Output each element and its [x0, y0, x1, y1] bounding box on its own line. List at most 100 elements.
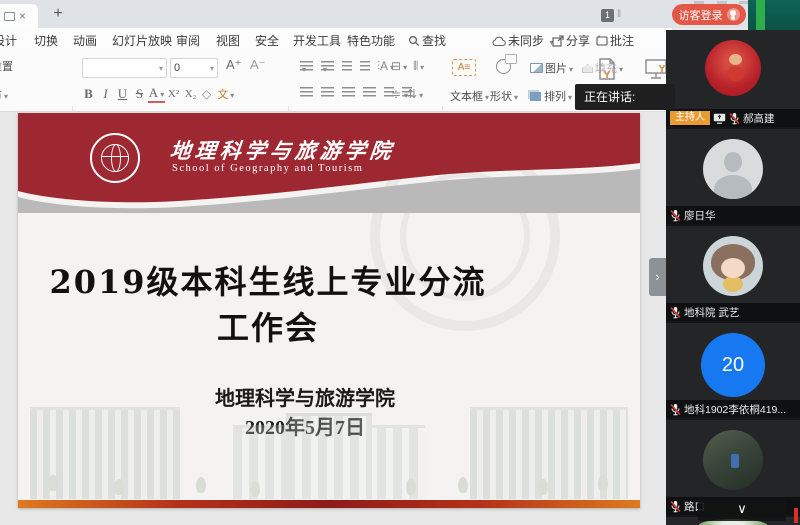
arrange-icon	[530, 92, 541, 101]
slide-accent-bar	[18, 500, 640, 508]
shape-icon-wrap[interactable]	[496, 59, 511, 74]
slide-title-line2: 工作会	[18, 305, 518, 351]
underline-button[interactable]: U	[114, 86, 131, 102]
align-right-icon[interactable]	[342, 87, 355, 98]
font-name-combobox[interactable]	[82, 58, 167, 78]
speaking-tooltip: 正在讲话:	[575, 84, 675, 110]
numbered-list-icon[interactable]	[321, 61, 334, 72]
document-tab[interactable]: ×	[0, 4, 38, 28]
share-icon	[552, 35, 564, 47]
menu-animation[interactable]: 动画	[73, 32, 97, 49]
find-button[interactable]: 查找	[408, 32, 446, 49]
align-center-icon[interactable]	[321, 87, 334, 98]
increase-indent-icon[interactable]	[360, 61, 370, 72]
rotate-icon[interactable]: ⇅	[407, 87, 423, 101]
guest-login-label: 访客登录	[679, 7, 723, 23]
menu-security[interactable]: 安全	[255, 32, 279, 49]
menu-review[interactable]: 审阅	[176, 32, 200, 49]
slide-canvas[interactable]: 地理科学与旅游学院 School of Geography and Touris…	[18, 113, 640, 508]
strikethrough-button[interactable]: S	[131, 86, 148, 102]
shape-button[interactable]: 形状	[490, 88, 518, 104]
menu-transition[interactable]: 切换	[34, 32, 58, 49]
ribbon-toolbar: 重置 节 0 A⁺ A⁻ B I U S A X² X₂ ◇ 文 ⫶A	[0, 51, 672, 112]
participant-name: 郝高建	[743, 111, 775, 126]
participant-name: 地科1902李依桐419...	[684, 402, 786, 417]
textbox-button[interactable]: 文本框	[450, 88, 489, 104]
guest-login-button[interactable]: 访客登录	[672, 4, 746, 25]
recording-indicator	[794, 508, 798, 523]
participant-namebar: 地科1902李依桐419...	[666, 400, 800, 418]
participant-tile[interactable]: 廖日华	[666, 129, 800, 224]
sync-status-button[interactable]: 未同步	[492, 32, 553, 49]
menu-view[interactable]: 视图	[216, 32, 240, 49]
menu-design[interactable]: 设计	[0, 32, 17, 49]
presentation-doc-icon	[4, 12, 15, 21]
phonetic-guide-icon[interactable]: 文	[217, 86, 234, 102]
find-label: 查找	[422, 34, 446, 48]
align-left-icon[interactable]	[300, 87, 313, 98]
panel-collapse-button[interactable]: ›	[649, 258, 666, 296]
menu-devtools[interactable]: 开发工具	[293, 32, 341, 49]
anime-avatar	[703, 236, 763, 296]
comment-label: 批注	[610, 34, 634, 48]
new-tab-button[interactable]: +	[48, 4, 68, 24]
host-avatar	[705, 40, 761, 96]
layout-group-row2: ≑ ⇅	[388, 87, 426, 101]
document-count-badge: 1	[601, 9, 614, 22]
participant-namebar: 廖日华	[666, 206, 800, 224]
wps-presentation-window: × + 1 ‖ 访客登录 设计 切换 动画 幻灯片放映 审阅 视图 安全 开发工…	[0, 0, 800, 525]
decrease-indent-icon[interactable]	[342, 61, 352, 72]
participant-tile[interactable]: 路口 ∨	[666, 420, 800, 515]
menu-features[interactable]: 特色功能	[347, 32, 395, 49]
tab-list-icon[interactable]: ‖	[617, 9, 621, 20]
columns-icon[interactable]: ⫴	[413, 59, 424, 74]
fill-icon	[582, 64, 593, 73]
mic-muted-icon	[670, 209, 681, 222]
participant-tile[interactable]: 地科院 武艺	[666, 226, 800, 321]
bold-button[interactable]: B	[80, 86, 97, 102]
align-objects-icon[interactable]: ≑	[391, 87, 401, 101]
clear-format-icon[interactable]: ◇	[202, 87, 211, 101]
participant-tile[interactable]: 20 地科1902李依桐419...	[666, 323, 800, 418]
share-button[interactable]: 分享	[552, 32, 590, 49]
bullet-list-icon[interactable]	[300, 61, 313, 72]
italic-button[interactable]: I	[97, 86, 114, 102]
picture-icon	[530, 63, 543, 73]
document-tools-icon[interactable]	[596, 57, 618, 81]
number-avatar: 20	[701, 333, 765, 397]
subscript-button[interactable]: X₂	[182, 88, 199, 100]
textbox-icon-wrap[interactable]: A≡	[452, 59, 476, 76]
font-color-button[interactable]: A	[148, 85, 165, 103]
slideshow-tools-icon[interactable]	[644, 57, 668, 81]
slide-title[interactable]: 2019级本科生线上专业分流 工作会	[18, 259, 518, 351]
tab-close-icon[interactable]: ×	[19, 10, 26, 22]
increase-font-button[interactable]: A⁺	[226, 57, 242, 73]
search-icon	[408, 35, 420, 47]
campus-building-image	[18, 399, 640, 499]
menu-slideshow[interactable]: 幻灯片放映	[112, 32, 172, 49]
participant-tile-host[interactable]: 主持人 郝高建	[666, 30, 800, 127]
picture-button[interactable]: 图片	[530, 60, 573, 76]
photo-avatar	[703, 430, 763, 490]
font-size-combobox[interactable]: 0	[170, 58, 218, 78]
slide-title-line1: 2019级本科生线上专业分流	[18, 259, 518, 305]
decrease-font-button[interactable]: A⁻	[250, 57, 266, 73]
host-badge: 主持人	[670, 111, 710, 125]
school-name-calligraphy: 地理科学与旅游学院	[168, 135, 396, 165]
superscript-button[interactable]: X²	[165, 88, 182, 100]
arrange-button[interactable]: 排列	[528, 88, 572, 104]
panel-expand-button[interactable]: ∨	[698, 499, 786, 521]
participant-name: 廖日华	[684, 208, 716, 223]
globe-icon	[101, 144, 129, 172]
section-button[interactable]: 节	[0, 87, 8, 103]
comment-icon	[596, 35, 608, 47]
justify-icon[interactable]	[363, 87, 376, 98]
tab-bar: × + 1 ‖ 访客登录	[0, 0, 800, 28]
comment-button[interactable]: 批注	[596, 32, 634, 49]
text-box-style-icon[interactable]: ⊟	[391, 59, 407, 74]
reset-button[interactable]: 重置	[0, 58, 13, 74]
screen-share-icon	[713, 113, 726, 124]
school-name-english: School of Geography and Tourism	[172, 163, 363, 174]
mic-muted-icon	[670, 306, 681, 319]
shape-icon	[496, 59, 511, 74]
